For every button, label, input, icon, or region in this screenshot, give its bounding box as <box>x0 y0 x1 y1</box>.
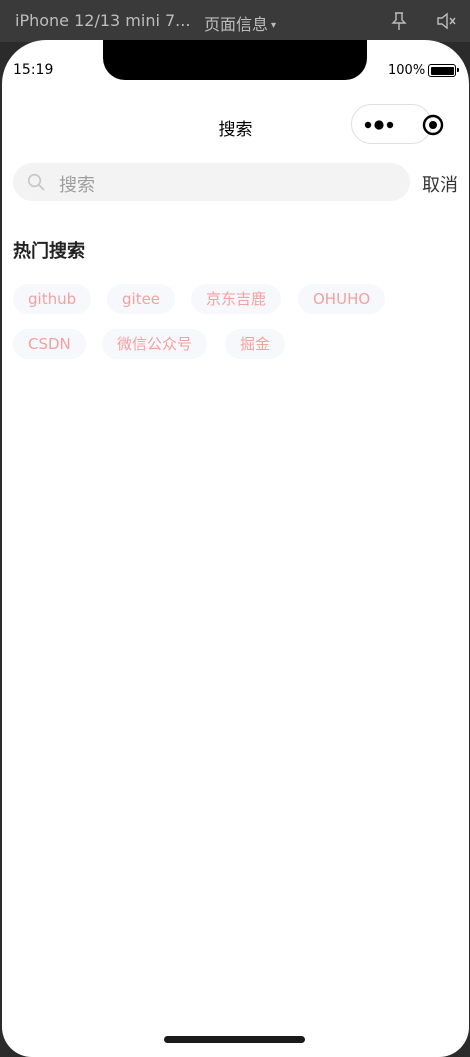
notch <box>103 40 367 80</box>
tag-github[interactable]: github <box>13 284 92 314</box>
devtools-toolbar: iPhone 12/13 mini 7... 页面信息 ▾ <box>0 0 470 42</box>
mute-icon[interactable] <box>436 12 456 30</box>
search-input[interactable]: 搜索 <box>13 163 410 201</box>
phone-screen: 15:19 100% 搜索 搜索 取消 热门搜索 github gitee 京东… <box>2 40 469 1057</box>
tag-wechat-official[interactable]: 微信公众号 <box>102 329 208 359</box>
hot-search-title: 热门搜索 <box>13 241 85 262</box>
tag-jd[interactable]: 京东吉鹿 <box>191 284 282 314</box>
menu-capsule <box>351 104 444 144</box>
status-time: 15:19 <box>13 62 54 78</box>
search-placeholder: 搜索 <box>59 175 95 196</box>
device-selector[interactable]: iPhone 12/13 mini 7... <box>15 11 190 30</box>
tag-csdn[interactable]: CSDN <box>13 329 86 359</box>
more-icon[interactable] <box>364 117 396 133</box>
caret-down-icon: ▾ <box>271 20 277 31</box>
battery-icon <box>428 64 459 77</box>
page-info-label: 页面信息 <box>204 15 269 34</box>
page-info-menu[interactable]: 页面信息 ▾ <box>204 11 276 35</box>
cancel-button[interactable]: 取消 <box>422 171 458 197</box>
tag-juejin[interactable]: 掘金 <box>225 329 286 359</box>
battery-percent: 100% <box>388 63 426 78</box>
search-icon <box>27 173 45 191</box>
tag-gitee[interactable]: gitee <box>107 284 176 314</box>
home-indicator <box>164 1036 305 1043</box>
tag-ohuho[interactable]: OHUHO <box>298 284 386 314</box>
target-icon[interactable] <box>421 113 445 137</box>
pin-icon[interactable] <box>390 11 408 31</box>
